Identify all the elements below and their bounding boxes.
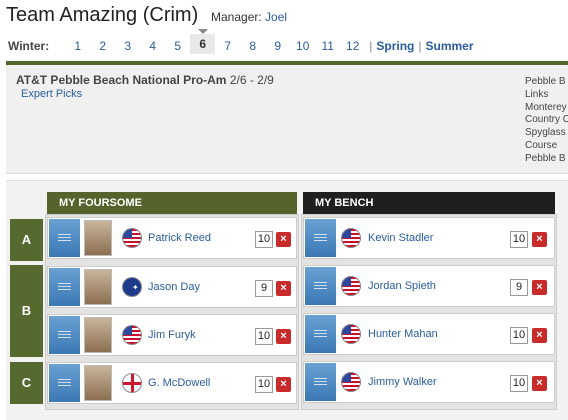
starts-count: 10 <box>510 231 528 248</box>
drag-handle-icon[interactable] <box>305 219 336 257</box>
group-label-b: B <box>10 265 43 357</box>
separator: | <box>369 39 373 53</box>
course-line: Course <box>525 139 558 151</box>
player-photo <box>84 220 112 256</box>
player-name-link[interactable]: G. McDowell <box>148 377 210 389</box>
remove-player-button[interactable]: × <box>532 328 547 343</box>
remove-player-button[interactable]: × <box>532 376 547 391</box>
starts-count: 10 <box>510 327 528 344</box>
group-label-a: A <box>10 219 43 261</box>
starts-count: 10 <box>510 375 528 392</box>
player-name-link[interactable]: Jim Furyk <box>148 329 196 341</box>
player-photo <box>84 365 112 401</box>
course-line: Country C <box>525 114 568 126</box>
us-flag-icon <box>341 372 361 392</box>
week-link-12[interactable]: 12 <box>340 39 365 53</box>
event-panel: AT&T Pebble Beach National Pro-Am 2/6 - … <box>6 65 568 174</box>
remove-player-button[interactable]: × <box>532 232 547 247</box>
player-photo <box>84 269 112 305</box>
us-flag-icon <box>122 325 142 345</box>
manager-info: Manager: Joel <box>211 10 287 24</box>
week-link-10[interactable]: 10 <box>290 39 315 53</box>
player-name-link[interactable]: Jimmy Walker <box>368 376 437 388</box>
week-link-5[interactable]: 5 <box>165 39 190 53</box>
player-photo <box>84 317 112 353</box>
foursome-row[interactable]: Patrick Reed 10 × <box>47 217 297 259</box>
course-line: Monterey <box>525 101 567 113</box>
remove-player-button[interactable]: × <box>276 329 291 344</box>
event-name: AT&T Pebble Beach National Pro-Am <box>16 73 227 87</box>
drag-handle-icon[interactable] <box>305 363 336 401</box>
bench-row[interactable]: Hunter Mahan 10 × <box>303 313 555 355</box>
starts-count: 9 <box>255 280 273 297</box>
course-line: Links <box>525 88 549 100</box>
season-label: Winter: <box>8 39 50 53</box>
starts-count: 10 <box>255 376 273 393</box>
course-line: Pebble B <box>525 76 566 87</box>
us-flag-icon <box>341 276 361 296</box>
remove-player-button[interactable]: × <box>276 377 291 392</box>
drag-handle-icon[interactable] <box>49 268 80 306</box>
week-link-6-selected[interactable]: 6 <box>190 29 216 54</box>
week-link-3[interactable]: 3 <box>115 39 140 53</box>
australia-flag-icon <box>122 277 142 297</box>
course-list: Pebble B Links Monterey Country C Spygla… <box>525 76 568 166</box>
separator: | <box>418 39 422 53</box>
expert-picks-link[interactable]: Expert Picks <box>21 88 82 100</box>
drag-handle-icon[interactable] <box>49 316 80 354</box>
group-label-c: C <box>10 362 43 404</box>
manager-label: Manager: <box>211 10 262 24</box>
player-name-link[interactable]: Hunter Mahan <box>368 328 438 340</box>
us-flag-icon <box>341 228 361 248</box>
week-link-1[interactable]: 1 <box>65 39 90 53</box>
player-name-link[interactable]: Jason Day <box>148 281 200 293</box>
foursome-row[interactable]: Jason Day 9 × <box>47 266 297 308</box>
team-title: Team Amazing (Crim) <box>6 4 199 26</box>
course-line: Pebble B <box>525 152 566 164</box>
drag-handle-icon[interactable] <box>49 219 80 257</box>
event-title: AT&T Pebble Beach National Pro-Am 2/6 - … <box>16 73 274 87</box>
player-name-link[interactable]: Patrick Reed <box>148 232 211 244</box>
foursome-header: MY FOURSOME <box>47 192 297 214</box>
us-flag-icon <box>341 324 361 344</box>
week-link-8[interactable]: 8 <box>240 39 265 53</box>
starts-count: 9 <box>510 279 528 296</box>
starts-count: 10 <box>255 231 273 248</box>
spring-link[interactable]: Spring <box>376 39 414 53</box>
week-link-7[interactable]: 7 <box>215 39 240 53</box>
event-dates: 2/6 - 2/9 <box>229 73 274 87</box>
week-link-2[interactable]: 2 <box>90 39 115 53</box>
week-link-4[interactable]: 4 <box>140 39 165 53</box>
drag-handle-icon[interactable] <box>305 267 336 305</box>
player-name-link[interactable]: Kevin Stadler <box>368 232 433 244</box>
drag-handle-icon[interactable] <box>49 364 80 402</box>
drag-handle-icon[interactable] <box>305 315 336 353</box>
bench-row[interactable]: Jimmy Walker 10 × <box>303 361 555 403</box>
remove-player-button[interactable]: × <box>276 232 291 247</box>
summer-link[interactable]: Summer <box>425 39 473 53</box>
bench-header: MY BENCH <box>303 192 555 214</box>
player-name-link[interactable]: Jordan Spieth <box>368 280 436 292</box>
starts-count: 10 <box>255 328 273 345</box>
northern-ireland-flag-icon <box>122 373 142 393</box>
course-line: Spyglass <box>525 127 566 139</box>
week-link-11[interactable]: 11 <box>315 39 340 53</box>
remove-player-button[interactable]: × <box>532 280 547 295</box>
bench-row[interactable]: Kevin Stadler 10 × <box>303 217 555 259</box>
remove-player-button[interactable]: × <box>276 281 291 296</box>
bench-row[interactable]: Jordan Spieth 9 × <box>303 265 555 307</box>
week-selector: Winter: 1 2 3 4 5 6 7 8 9 10 11 12 | Spr… <box>8 29 474 54</box>
foursome-row[interactable]: G. McDowell 10 × <box>47 362 297 404</box>
foursome-row[interactable]: Jim Furyk 10 × <box>47 314 297 356</box>
manager-name-link[interactable]: Joel <box>265 10 287 24</box>
us-flag-icon <box>122 228 142 248</box>
week-link-9[interactable]: 9 <box>265 39 290 53</box>
